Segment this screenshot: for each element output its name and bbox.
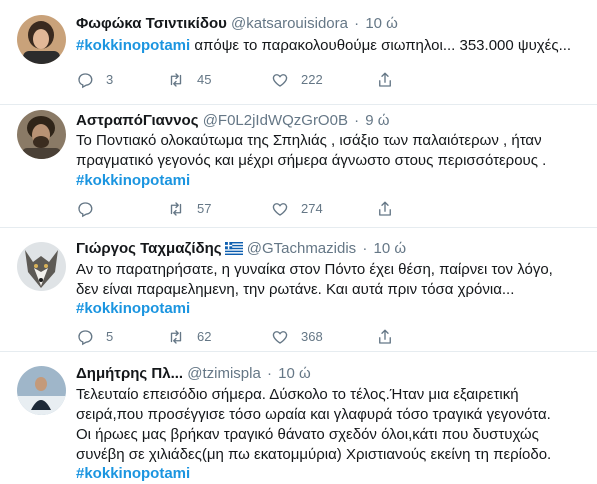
timestamp[interactable]: 10 ώ — [365, 15, 398, 32]
retweet-count: 62 — [197, 329, 212, 344]
hashtag-link[interactable]: #kokkinopotami — [76, 300, 190, 317]
retweet-button[interactable]: 45 — [167, 70, 211, 90]
retweet-count: 57 — [197, 201, 212, 216]
author-name[interactable]: ΑστραπόΓιαννος — [76, 112, 199, 129]
tweet-text-line: Τελευταίο επεισόδιο σήμερα. Δύσκολο το τ… — [76, 386, 519, 403]
like-count: 274 — [301, 201, 323, 216]
share-icon — [379, 201, 391, 216]
tweet-header: Δημήτρης Πλ... @tzimispla · 10 ώ — [76, 364, 587, 384]
retweet-icon — [170, 202, 182, 216]
separator-dot: · — [354, 112, 360, 129]
reply-count: 3 — [106, 72, 114, 87]
share-button[interactable] — [376, 70, 394, 90]
tweet[interactable]: Γιώργος Ταχμαζίδης @GTachmazidis · 10 ώ … — [0, 228, 597, 352]
hashtag-link[interactable]: #kokkinopotami — [76, 465, 190, 482]
reply-icon — [78, 73, 93, 89]
like-count: 368 — [301, 329, 323, 344]
avatar-image — [17, 366, 66, 415]
like-button[interactable]: 222 — [271, 70, 323, 90]
tweet-text: #kokkinopotami απόψε το παρακολουθούμε σ… — [76, 36, 591, 56]
author-handle[interactable]: @tzimispla — [187, 365, 261, 382]
avatar-image — [17, 110, 66, 159]
avatar-image — [17, 15, 66, 64]
separator-dot: · — [362, 240, 368, 257]
heart-icon — [272, 203, 288, 216]
tweet-text-line: πραγματικό γεγονός και μέχρι σήμερα άγνω… — [76, 152, 547, 169]
share-icon — [379, 329, 391, 344]
retweet-button[interactable]: 57 — [167, 199, 211, 219]
reply-icon — [78, 202, 93, 218]
author-name[interactable]: Φωφώκα Τσιντικίδου — [76, 15, 227, 32]
tweet-text-line: Το Ποντιακό ολοκαύτωμα της Σπηλιάς , ισά… — [76, 132, 542, 149]
tweet[interactable]: Φωφώκα Τσιντικίδου @katsarouisidora · 10… — [0, 0, 597, 105]
tweet[interactable]: ΑστραπόΓιαννος @F0L2jIdWQzGrO0B · 9 ώ Το… — [0, 105, 597, 228]
share-button[interactable] — [376, 199, 394, 219]
author-handle[interactable]: @GTachmazidis — [247, 240, 356, 257]
avatar[interactable] — [17, 366, 66, 415]
author-handle[interactable]: @katsarouisidora — [231, 15, 348, 32]
tweet-header: Γιώργος Ταχμαζίδης @GTachmazidis · 10 ώ — [76, 239, 587, 259]
avatar[interactable] — [17, 110, 66, 159]
tweet-text-line: Οι ήρωες μας βρήκαν τραγικό θάνατο σχεδό… — [76, 426, 539, 443]
tweet-actions: 3 45 222 — [76, 70, 416, 90]
heart-icon — [272, 74, 288, 87]
like-button[interactable]: 274 — [271, 199, 323, 219]
timestamp[interactable]: 10 ώ — [278, 365, 311, 382]
like-count: 222 — [301, 72, 323, 87]
author-handle[interactable]: @F0L2jIdWQzGrO0B — [203, 112, 348, 129]
hashtag-link[interactable]: #kokkinopotami — [76, 172, 190, 189]
retweet-icon — [170, 73, 182, 87]
author-name[interactable]: Δημήτρης Πλ... — [76, 365, 183, 382]
tweet-actions: 5 62 368 — [76, 327, 416, 347]
author-name[interactable]: Γιώργος Ταχμαζίδης — [76, 240, 222, 257]
tweet-text-line: δεν είναι παραμελημενη, την ρωτάνε. Και … — [76, 281, 515, 298]
tweet-header: ΑστραπόΓιαννος @F0L2jIdWQzGrO0B · 9 ώ — [76, 111, 587, 131]
avatar[interactable] — [17, 242, 66, 291]
tweet[interactable]: Δημήτρης Πλ... @tzimispla · 10 ώ Τελευτα… — [0, 352, 597, 483]
greek-flag-icon — [224, 242, 243, 255]
timestamp[interactable]: 10 ώ — [374, 240, 407, 257]
tweet-text-line: σειρά,που προσέγγισε τόσο ωραία και γλαφ… — [76, 406, 551, 423]
retweet-icon — [170, 330, 182, 344]
tweet-text-line: συνέβη σε χιλιάδες(μη πω εκατομμύρια) Χρ… — [76, 446, 552, 463]
reply-button[interactable]: 3 — [76, 70, 113, 90]
tweet-text-line: Αν το παρατηρήσατε, η γυναίκα στον Πόντο… — [76, 261, 553, 278]
separator-dot: · — [354, 15, 360, 32]
reply-button[interactable] — [76, 199, 106, 219]
share-icon — [379, 72, 391, 87]
heart-icon — [272, 331, 288, 344]
avatar[interactable] — [17, 15, 66, 64]
timestamp[interactable]: 9 ώ — [365, 112, 389, 129]
tweet-actions: 57 274 — [76, 199, 416, 219]
reply-count: 5 — [106, 329, 114, 344]
tweet-text-line: απόψε το παρακολουθούμε σιωπηλοι... 353.… — [194, 37, 572, 54]
avatar-image — [17, 242, 66, 291]
retweet-count: 45 — [197, 72, 212, 87]
retweet-button[interactable]: 62 — [167, 327, 211, 347]
hashtag-link[interactable]: #kokkinopotami — [76, 37, 190, 54]
reply-button[interactable]: 5 — [76, 327, 113, 347]
separator-dot: · — [267, 365, 272, 382]
reply-icon — [78, 330, 93, 346]
like-button[interactable]: 368 — [271, 327, 323, 347]
share-button[interactable] — [376, 327, 394, 347]
tweet-header: Φωφώκα Τσιντικίδου @katsarouisidora · 10… — [76, 14, 587, 34]
